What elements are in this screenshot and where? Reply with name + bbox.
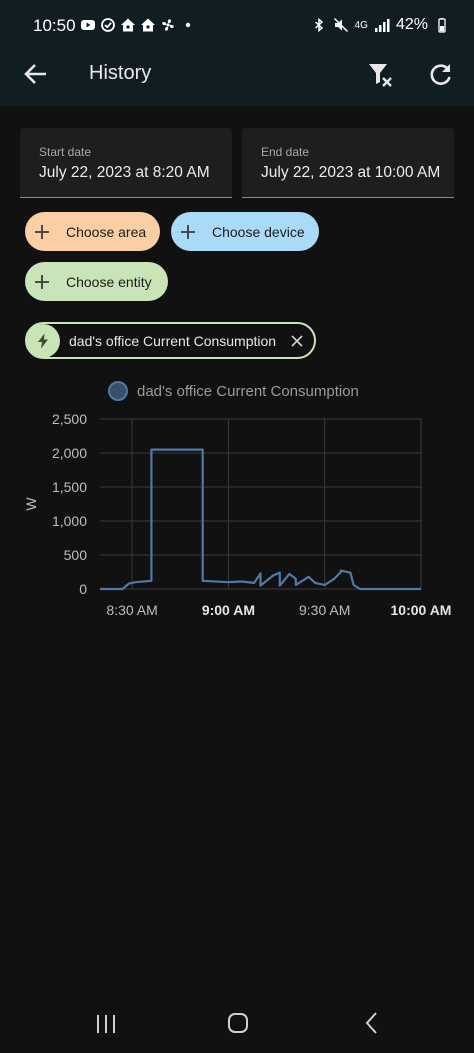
x-tick-label: 10:00 AM (391, 602, 452, 618)
x-tick-label: 9:30 AM (299, 602, 350, 618)
plus-icon (35, 274, 49, 289)
start-date-value: July 22, 2023 at 8:20 AM (39, 164, 210, 181)
notification-icons (80, 17, 196, 33)
youtube-icon (80, 17, 96, 33)
choose-device-button[interactable]: Choose device (171, 212, 319, 251)
battery-icon (434, 17, 450, 33)
history-chart: 0 500 1,000 1,500 2,000 2,500 8:30 AM 9:00 AM 9:… (23, 411, 452, 618)
chart-legend[interactable]: dad's office Current Consumption (108, 381, 359, 401)
series-line (100, 448, 421, 591)
system-navigation-bar (0, 995, 474, 1053)
nav-back-icon[interactable] (362, 1011, 382, 1035)
choose-area-button[interactable]: Choose area (25, 212, 160, 251)
recent-apps-icon[interactable] (94, 1013, 118, 1035)
x-tick-label: 8:30 AM (106, 602, 157, 618)
signal-icon (374, 17, 390, 33)
y-tick-label: 0 (79, 581, 87, 597)
mute-icon (333, 17, 349, 33)
page-title: History (89, 62, 152, 84)
x-tick-label: 9:00 AM (202, 602, 255, 618)
status-time: 10:50 (33, 16, 76, 35)
choose-entity-button[interactable]: Choose entity (25, 262, 168, 301)
plus-icon (181, 224, 195, 239)
close-icon[interactable] (290, 334, 304, 348)
legend-swatch (108, 381, 128, 401)
home-icon[interactable] (226, 1011, 250, 1035)
plus-icon (35, 224, 49, 239)
choose-entity-label: Choose entity (66, 273, 152, 290)
refresh-icon[interactable] (427, 60, 455, 88)
choose-device-label: Choose device (212, 223, 305, 240)
selected-entity-label: dad's office Current Consumption (69, 332, 277, 349)
network-type: 4G (354, 19, 368, 31)
check-circle-icon (100, 17, 116, 33)
choose-area-label: Choose area (66, 223, 147, 240)
status-bar: 10:50 4G 42% (0, 0, 474, 50)
y-tick-label: 1,500 (52, 479, 87, 495)
y-tick-label: 1,000 (52, 513, 87, 529)
y-tick-label: 2,000 (52, 445, 87, 461)
system-icons: 4G 42% (311, 16, 450, 34)
start-date-label: Start date (39, 145, 92, 159)
end-date-label: End date (261, 145, 310, 159)
bluetooth-icon (311, 17, 327, 33)
legend-series-name: dad's office Current Consumption (137, 382, 359, 400)
y-tick-label: 2,500 (52, 411, 87, 427)
y-axis-label: W (23, 497, 39, 511)
end-date-field[interactable]: End date July 22, 2023 at 10:00 AM (242, 128, 454, 198)
start-date-field[interactable]: Start date July 22, 2023 at 8:20 AM (20, 128, 232, 198)
battery-percent: 42% (395, 16, 428, 33)
end-date-value: July 22, 2023 at 10:00 AM (261, 164, 441, 181)
y-tick-label: 500 (64, 547, 88, 563)
filter-remove-icon[interactable] (366, 60, 396, 90)
back-arrow-icon[interactable] (22, 60, 50, 88)
header: 10:50 4G 42% History (0, 0, 474, 106)
flash-icon (26, 323, 60, 358)
fan-icon (160, 17, 176, 33)
app-bar: History (0, 50, 474, 106)
home-assistant-icon (120, 17, 136, 33)
dot-icon (180, 17, 196, 33)
selected-entity-chip[interactable]: dad's office Current Consumption (25, 322, 316, 359)
home-assistant-icon-2 (140, 17, 156, 33)
